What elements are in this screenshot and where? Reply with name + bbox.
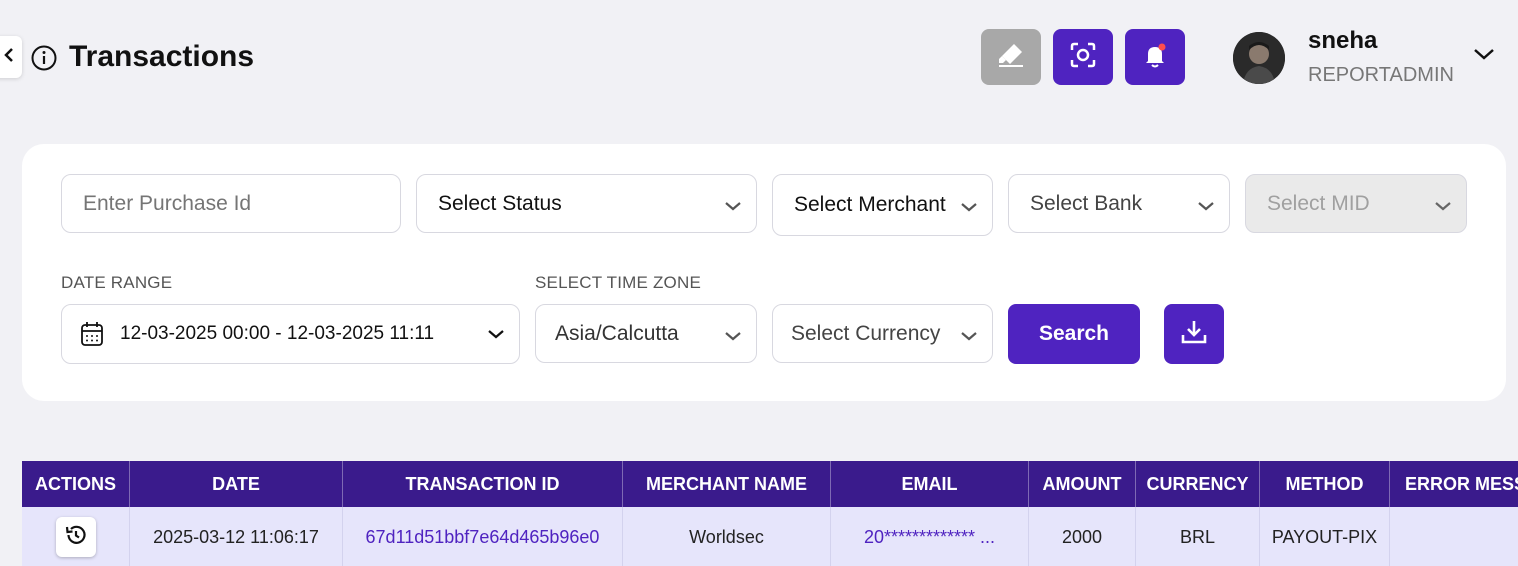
mid-select-value: Select MID bbox=[1267, 191, 1370, 215]
transaction-id-link[interactable]: 67d11d51bbf7e64d465b96e0 bbox=[343, 507, 623, 566]
date-range-picker[interactable]: 12-03-2025 00:00 - 12-03-2025 11:11 bbox=[61, 304, 520, 364]
chevron-down-icon bbox=[487, 326, 505, 348]
eraser-icon bbox=[997, 41, 1025, 74]
chevron-down-icon bbox=[960, 326, 978, 350]
mid-select: Select MID bbox=[1245, 174, 1467, 233]
bell-icon bbox=[1140, 40, 1170, 75]
currency-select-value: Select Currency bbox=[791, 321, 941, 345]
currency-cell: BRL bbox=[1136, 507, 1260, 566]
download-icon bbox=[1180, 318, 1208, 351]
chevron-down-icon[interactable] bbox=[1472, 46, 1496, 67]
notifications-button[interactable] bbox=[1125, 29, 1185, 85]
column-header-currency[interactable]: CURRENCY bbox=[1136, 461, 1260, 507]
amount-cell: 2000 bbox=[1029, 507, 1136, 566]
column-header-error-message[interactable]: ERROR MESS bbox=[1390, 461, 1518, 507]
date-cell: 2025-03-12 11:06:17 bbox=[130, 507, 343, 566]
error-message-cell bbox=[1390, 507, 1518, 566]
date-range-value: 12-03-2025 00:00 - 12-03-2025 11:11 bbox=[120, 323, 435, 344]
chevron-down-icon bbox=[1434, 196, 1452, 220]
scan-icon bbox=[1069, 41, 1097, 74]
chevron-left-icon bbox=[4, 47, 14, 68]
table-row: 2025-03-12 11:06:17 67d11d51bbf7e64d465b… bbox=[22, 507, 1518, 566]
column-header-transaction-id[interactable]: TRANSACTION ID bbox=[343, 461, 623, 507]
merchant-name-cell: Worldsec bbox=[623, 507, 831, 566]
status-select-value: Select Status bbox=[438, 191, 562, 215]
date-range-label: DATE RANGE bbox=[61, 273, 173, 292]
chevron-down-icon bbox=[724, 196, 742, 220]
history-button[interactable] bbox=[55, 517, 96, 557]
bank-select[interactable]: Select Bank bbox=[1008, 174, 1230, 233]
page-title: Transactions bbox=[69, 40, 255, 73]
download-button[interactable] bbox=[1164, 304, 1224, 364]
status-select[interactable]: Select Status bbox=[416, 174, 757, 233]
user-role: REPORTADMIN bbox=[1308, 64, 1454, 86]
column-header-email[interactable]: EMAIL bbox=[831, 461, 1029, 507]
chevron-down-icon bbox=[1197, 196, 1215, 220]
scan-button[interactable] bbox=[1053, 29, 1113, 85]
back-button[interactable] bbox=[0, 36, 22, 78]
column-header-merchant-name[interactable]: MERCHANT NAME bbox=[623, 461, 831, 507]
currency-select[interactable]: Select Currency bbox=[772, 304, 993, 363]
info-icon[interactable] bbox=[31, 45, 57, 76]
search-button[interactable]: Search bbox=[1008, 304, 1140, 364]
chevron-down-icon bbox=[960, 197, 978, 221]
user-name[interactable]: sneha bbox=[1308, 27, 1377, 55]
calendar-icon bbox=[80, 321, 104, 347]
time-zone-select[interactable]: Asia/Calcutta bbox=[535, 304, 757, 363]
history-icon bbox=[64, 523, 88, 552]
method-cell: PAYOUT-PIX bbox=[1260, 507, 1390, 566]
clear-filters-button[interactable] bbox=[981, 29, 1041, 85]
time-zone-value: Asia/Calcutta bbox=[555, 321, 679, 345]
column-header-amount[interactable]: AMOUNT bbox=[1029, 461, 1136, 507]
actions-cell bbox=[22, 507, 130, 566]
avatar[interactable] bbox=[1233, 32, 1285, 84]
column-header-date[interactable]: DATE bbox=[130, 461, 343, 507]
merchant-select[interactable]: Select Merchant bbox=[772, 174, 993, 236]
bank-select-value: Select Bank bbox=[1030, 191, 1143, 215]
time-zone-label: SELECT TIME ZONE bbox=[535, 273, 701, 292]
chevron-down-icon bbox=[724, 326, 742, 350]
purchase-id-input[interactable] bbox=[61, 174, 401, 233]
merchant-select-value: Select Merchant bbox=[794, 193, 946, 216]
table-header: ACTIONS DATE TRANSACTION ID MERCHANT NAM… bbox=[22, 461, 1518, 507]
column-header-method[interactable]: METHOD bbox=[1260, 461, 1390, 507]
column-header-actions[interactable]: ACTIONS bbox=[22, 461, 130, 507]
transactions-table: ACTIONS DATE TRANSACTION ID MERCHANT NAM… bbox=[22, 461, 1518, 566]
email-cell[interactable]: 20************* ... bbox=[831, 507, 1029, 566]
